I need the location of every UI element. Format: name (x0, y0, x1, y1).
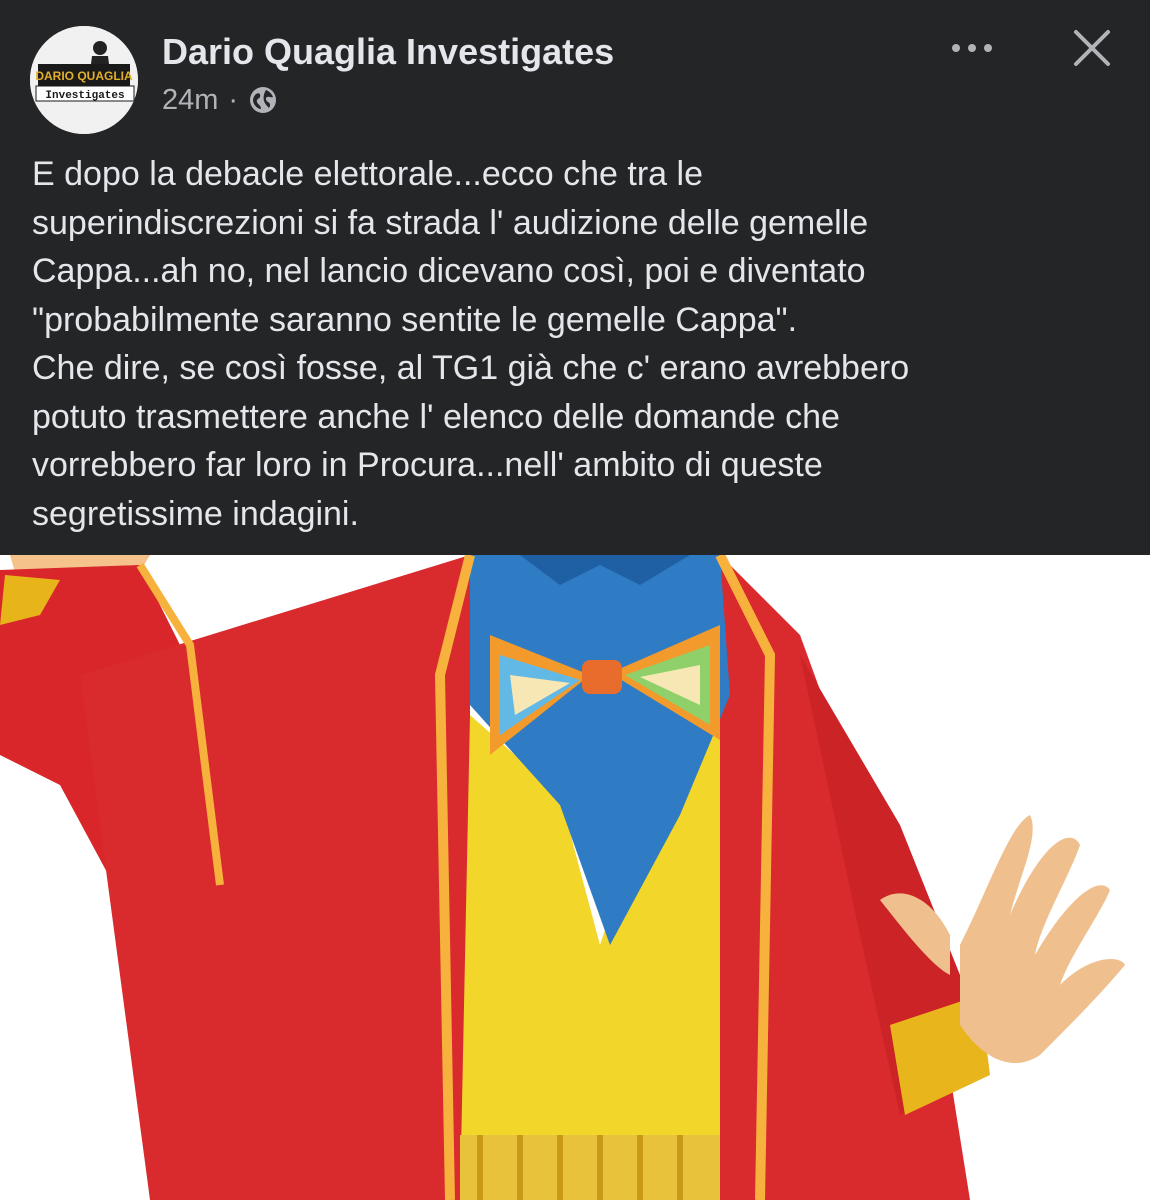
globe-icon (250, 87, 277, 113)
post-text-line: segretissime indagini. (32, 494, 359, 533)
more-horizontal-icon[interactable] (948, 36, 996, 60)
page-avatar[interactable]: DARIO QUAGLIA Investigates (30, 26, 138, 134)
page-name[interactable]: Dario Quaglia Investigates (162, 30, 614, 74)
post-text-line: Che dire, se così fosse, al TG1 già che … (32, 349, 910, 387)
avatar-logo-line2: Investigates (45, 90, 124, 102)
post-text-line: E dopo la debacle elettorale...ecco che … (32, 155, 703, 193)
post-text-line: Cappa...ah no, nel lancio dicevano così,… (32, 252, 866, 290)
post-header-area: DARIO QUAGLIA Investigates Dario Quaglia… (0, 0, 1150, 555)
meta-separator: · (228, 83, 239, 116)
post-timestamp[interactable]: 24m (162, 84, 218, 117)
post-text-line: vorrebbero far loro in Procura...nell' a… (32, 446, 823, 484)
post-text: E dopo la debacle elettorale...ecco che … (32, 150, 1122, 538)
post-text-line: potuto trasmettere anche l' elenco delle… (32, 397, 840, 436)
post-text-line: superindiscrezioni si fa strada l' audiz… (32, 203, 869, 242)
avatar-logo-image: DARIO QUAGLIA Investigates (30, 26, 138, 134)
close-icon[interactable] (1070, 26, 1114, 70)
post-meta: 24m · (162, 82, 278, 118)
clown-costume-illustration (0, 555, 1150, 1200)
avatar-logo-line1: DARIO QUAGLIA (35, 69, 133, 83)
post-photo[interactable] (0, 555, 1150, 1200)
post-text-line: "probabilmente saranno sentite le gemell… (32, 300, 798, 339)
